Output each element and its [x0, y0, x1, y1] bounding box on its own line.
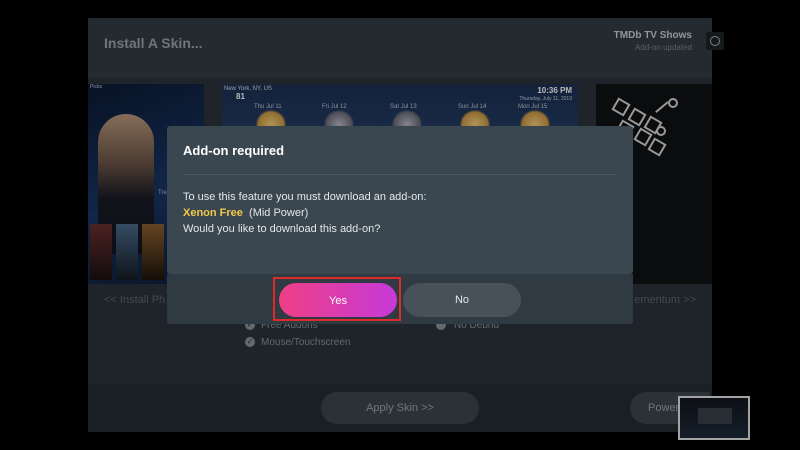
highlight-box [273, 277, 401, 321]
dialog-addon-line: Xenon Free (Mid Power) [183, 205, 426, 221]
dialog-line: Would you like to download this add-on? [183, 223, 381, 235]
dialog-divider [183, 174, 617, 175]
dialog-title: Add-on required [183, 143, 285, 158]
kodi-screen: Install A Skin... TMDb TV Shows Add-on u… [0, 0, 800, 450]
dialog-line: To use this feature you must download an… [183, 191, 427, 203]
dialog-message: To use this feature you must download an… [183, 189, 426, 237]
addon-required-dialog: Add-on required To use this feature you … [167, 126, 633, 274]
addon-name: Xenon Free [183, 207, 243, 219]
addon-detail: (Mid Power) [249, 207, 309, 219]
no-button[interactable]: No [403, 283, 521, 317]
